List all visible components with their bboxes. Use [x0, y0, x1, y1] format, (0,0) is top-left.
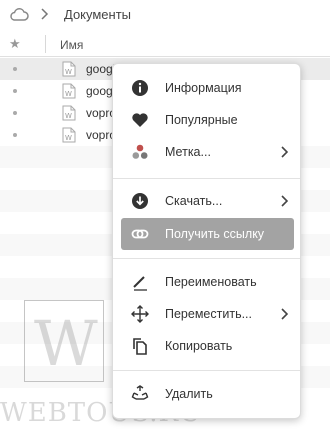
menu-item-label: Удалить [165, 387, 213, 401]
menu-separator [113, 258, 300, 259]
menu-item-label: Скачать... [165, 194, 223, 208]
menu-item-label: Популярные [165, 113, 238, 127]
menu-item-info[interactable]: Информация [121, 72, 294, 104]
menu-item-move[interactable]: Переместить... [121, 298, 294, 330]
menu-item-download[interactable]: Скачать... [121, 185, 294, 217]
tag-dots-icon [132, 144, 148, 159]
recycle-icon [131, 385, 149, 400]
context-menu: Информация Популярные Метка... Скачать..… [112, 63, 301, 419]
watermark-w-icon: W [34, 309, 98, 375]
favorite-dot-icon[interactable] [13, 111, 17, 115]
name-column-header[interactable]: Имя [60, 38, 83, 52]
column-divider[interactable] [45, 35, 46, 53]
link-icon [131, 229, 149, 239]
chevron-right-icon [281, 146, 288, 158]
svg-text:W: W [34, 309, 98, 375]
download-icon [132, 193, 148, 209]
word-doc-icon: W [62, 83, 76, 99]
info-icon [132, 80, 148, 96]
heart-icon [132, 113, 148, 127]
word-doc-icon: W [62, 105, 76, 121]
svg-text:W: W [65, 112, 72, 120]
menu-item-label: Получить ссылку [165, 227, 265, 241]
file-list-header: ★ Имя [0, 33, 330, 57]
menu-item-label: Копировать [165, 339, 233, 353]
menu-separator [113, 178, 300, 179]
file-name[interactable]: googl [86, 84, 115, 98]
svg-text:W: W [65, 90, 72, 98]
cloud-icon[interactable] [9, 6, 29, 22]
menu-item-delete[interactable]: Удалить [121, 378, 294, 410]
menu-item-get-link[interactable]: Получить ссылку [121, 218, 294, 250]
menu-item-tag[interactable]: Метка... [121, 136, 294, 168]
move-arrows-icon [131, 305, 149, 323]
menu-item-favorites[interactable]: Популярные [121, 104, 294, 136]
svg-text:W: W [65, 134, 72, 142]
favorite-dot-icon[interactable] [13, 67, 17, 71]
file-name[interactable]: googl [86, 62, 115, 76]
breadcrumb: Документы [0, 0, 330, 30]
menu-item-label: Информация [165, 81, 242, 95]
menu-item-label: Переименовать [165, 275, 257, 289]
word-doc-icon: W [62, 127, 76, 143]
watermark-logo: W [24, 300, 104, 382]
menu-item-copy[interactable]: Копировать [121, 330, 294, 362]
favorite-dot-icon[interactable] [13, 89, 17, 93]
chevron-right-icon [41, 8, 49, 20]
menu-item-label: Метка... [165, 145, 211, 159]
word-doc-icon: W [62, 61, 76, 77]
menu-separator [113, 370, 300, 371]
svg-text:W: W [65, 68, 72, 76]
pencil-icon [133, 276, 147, 291]
menu-item-label: Переместить... [165, 307, 252, 321]
breadcrumb-current[interactable]: Документы [64, 7, 131, 22]
menu-item-rename[interactable]: Переименовать [121, 266, 294, 298]
chevron-right-icon [281, 308, 288, 320]
favorite-dot-icon[interactable] [13, 133, 17, 137]
chevron-right-icon [281, 195, 288, 207]
copy-icon [133, 338, 147, 355]
star-column-header[interactable]: ★ [9, 36, 21, 52]
